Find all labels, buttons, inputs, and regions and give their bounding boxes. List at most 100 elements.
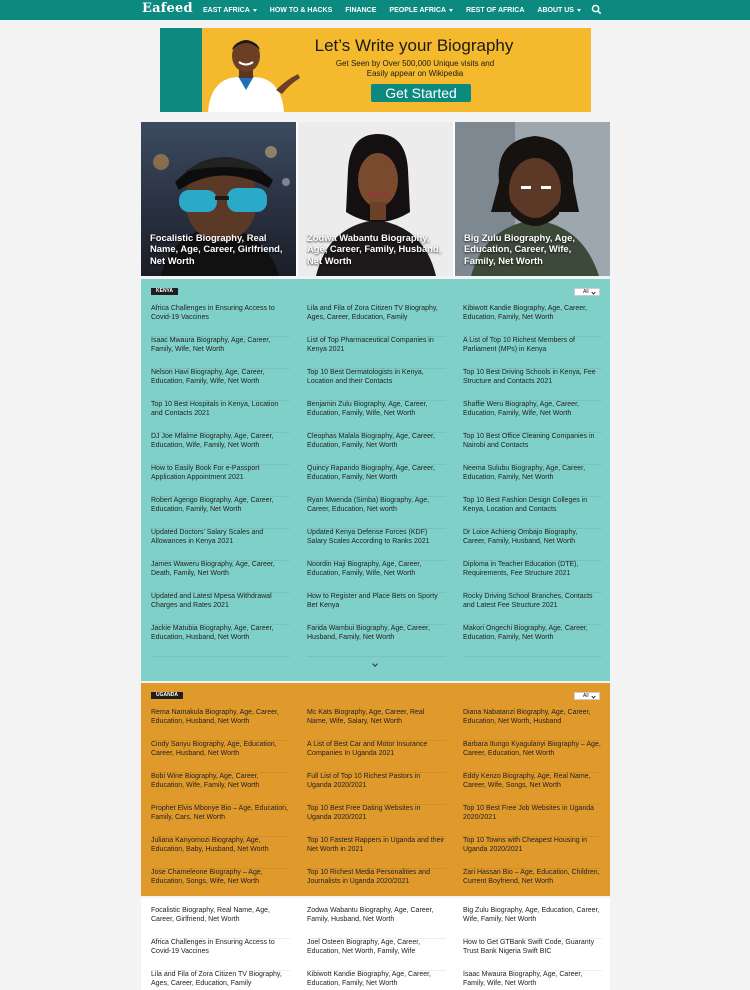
nav-label: HOW TO & HACKS bbox=[269, 6, 333, 14]
article-link[interactable]: Cleophas Malala Biography, Age, Career, … bbox=[307, 433, 446, 465]
featured-title: Focalistic Biography, Real Name, Age, Ca… bbox=[150, 231, 283, 266]
article-link[interactable]: Jose Chameleone Biography – Age, Educati… bbox=[151, 869, 290, 901]
article-link[interactable]: Neema Sulubu Biography, Age, Career, Edu… bbox=[463, 465, 602, 497]
chevron-down-icon bbox=[576, 8, 581, 12]
smiling-man-image bbox=[208, 40, 300, 112]
article-link[interactable]: Prophet Elvis Mbonye Bio – Age, Educatio… bbox=[151, 805, 290, 837]
article-link[interactable]: Shaffie Weru Biography, Age, Career, Edu… bbox=[463, 401, 602, 433]
article-link[interactable]: Joel Osteen Biography, Age, Career, Educ… bbox=[307, 939, 446, 971]
banner-subtitle-line: Get Seen by Over 500,000 Unique visits a… bbox=[335, 59, 495, 68]
article-link[interactable]: Focalistic Biography, Real Name, Age, Ca… bbox=[151, 907, 290, 939]
article-link[interactable]: Top 10 Best Hospitals in Kenya, Location… bbox=[151, 401, 290, 433]
article-link[interactable]: Ryan Mwenda (Simba) Biography, Age, Care… bbox=[307, 497, 446, 529]
search-icon[interactable] bbox=[591, 4, 602, 15]
article-link[interactable]: Top 10 Towns with Cheapest Housing in Ug… bbox=[463, 837, 602, 869]
article-link[interactable]: Zodwa Wabantu Biography, Age, Career, Fa… bbox=[307, 907, 446, 939]
article-link[interactable]: Mc Kats Biography, Age, Career, Real Nam… bbox=[307, 709, 446, 741]
article-link[interactable]: Benjamin Zulu Biography, Age, Career, Ed… bbox=[307, 401, 446, 433]
article-link[interactable]: Lila and Fila of Zora Citizen TV Biograp… bbox=[151, 971, 290, 990]
article-link[interactable]: Robert Agengo Biography, Age, Career, Ed… bbox=[151, 497, 290, 529]
article-link[interactable]: Rema Namakula Biography, Age, Career, Ed… bbox=[151, 709, 290, 741]
article-link[interactable]: Big Zulu Biography, Age, Education, Care… bbox=[463, 907, 602, 939]
nav-rest-of-africa[interactable]: REST OF AFRICA bbox=[466, 7, 524, 14]
article-grid: Rema Namakula Biography, Age, Career, Ed… bbox=[151, 709, 602, 901]
biography-ad-banner[interactable]: Let’s Write your Biography Get Seen by O… bbox=[160, 28, 591, 112]
article-link[interactable]: Quincy Rapando Biography, Age, Career, E… bbox=[307, 465, 446, 497]
filter-dropdown[interactable]: All bbox=[574, 692, 600, 700]
get-started-button[interactable]: Get Started bbox=[371, 84, 471, 102]
article-link[interactable]: Updated Doctors’ Salary Scales and Allow… bbox=[151, 529, 290, 561]
nav-people-africa[interactable]: PEOPLE AFRICA bbox=[389, 7, 453, 14]
article-link[interactable]: How to Easily Book For e-Passport Applic… bbox=[151, 465, 290, 497]
nav-label: PEOPLE AFRICA bbox=[389, 6, 446, 14]
article-link[interactable]: Noordin Haji Biography, Age, Career, Edu… bbox=[307, 561, 446, 593]
featured-card[interactable]: Zodwa Wabantu Biography, Age, Career, Fa… bbox=[298, 122, 453, 276]
article-link[interactable]: Cindy Sanyu Biography, Age, Education, C… bbox=[151, 741, 290, 773]
article-grid: Africa Challenges in Ensuring Access to … bbox=[151, 305, 602, 657]
article-link[interactable]: Africa Challenges in Ensuring Access to … bbox=[151, 939, 290, 971]
article-link[interactable]: Kibiwott Kandie Biography, Age, Career, … bbox=[307, 971, 446, 990]
nav-label: FINANCE bbox=[345, 6, 377, 14]
banner-subtitle: Get Seen by Over 500,000 Unique visits a… bbox=[320, 59, 510, 79]
article-link[interactable]: Full List of Top 10 Richest Pastors in U… bbox=[307, 773, 446, 805]
article-link[interactable]: Dr Loice Achieng Ombajo Biography, Caree… bbox=[463, 529, 602, 561]
article-link[interactable]: Top 10 Best Dermatologists in Kenya, Loc… bbox=[307, 369, 446, 401]
article-link[interactable]: Kibiwott Kandie Biography, Age, Career, … bbox=[463, 305, 602, 337]
article-link[interactable]: Rocky Driving School Branches, Contacts … bbox=[463, 593, 602, 625]
load-more-chevron-icon[interactable] bbox=[372, 661, 378, 667]
article-link[interactable]: Top 10 Best Free Dating Websites in Ugan… bbox=[307, 805, 446, 837]
category-badge[interactable]: UGANDA bbox=[151, 692, 183, 699]
article-link[interactable]: Updated and Latest Mpesa Withdrawal Char… bbox=[151, 593, 290, 625]
article-link[interactable]: Bobi Wine Biography, Age, Career, Educat… bbox=[151, 773, 290, 805]
article-link[interactable]: Top 10 Best Driving Schools in Kenya, Fe… bbox=[463, 369, 602, 401]
article-link[interactable]: Top 10 Richest Media Personalities and J… bbox=[307, 869, 446, 901]
featured-title: Zodwa Wabantu Biography, Age, Career, Fa… bbox=[307, 231, 442, 266]
article-link[interactable]: Top 10 Best Office Cleaning Companies in… bbox=[463, 433, 602, 465]
article-link[interactable]: Diana Nabatanzi Biography, Age, Career, … bbox=[463, 709, 602, 741]
article-link[interactable]: Africa Challenges in Ensuring Access to … bbox=[151, 305, 290, 337]
article-link[interactable]: Top 10 Best Fashion Design Colleges in K… bbox=[463, 497, 602, 529]
article-link[interactable]: Farida Wambui Biography, Age, Career, Hu… bbox=[307, 625, 446, 657]
featured-card[interactable]: Focalistic Biography, Real Name, Age, Ca… bbox=[141, 122, 296, 276]
nav-finance[interactable]: FINANCE bbox=[345, 7, 376, 14]
article-link[interactable]: List of Top Pharmaceutical Companies in … bbox=[307, 337, 446, 369]
article-link[interactable]: DJ Joe Mfalme Biography, Age, Career, Ed… bbox=[151, 433, 290, 465]
filter-label: All bbox=[583, 289, 589, 295]
article-link[interactable]: Updated Kenya Defense Forces (KDF) Salar… bbox=[307, 529, 446, 561]
category-badge[interactable]: KENYA bbox=[151, 288, 179, 295]
article-link[interactable]: How to Get GTBank Swift Code, Guaranty T… bbox=[463, 939, 602, 971]
article-link[interactable]: Juliana Kanyomozi Biography, Age, Educat… bbox=[151, 837, 290, 869]
filter-dropdown[interactable]: All bbox=[574, 288, 600, 296]
featured-title: Big Zulu Biography, Age, Education, Care… bbox=[464, 231, 575, 266]
article-link[interactable]: A List of Best Car and Motor Insurance C… bbox=[307, 741, 446, 773]
article-link[interactable]: Barbara Itungo Kyagulanyi Biography – Ag… bbox=[463, 741, 602, 773]
site-logo[interactable]: Eafeed bbox=[142, 1, 193, 16]
article-link[interactable]: Zari Hassan Bio – Age, Education, Childr… bbox=[463, 869, 602, 901]
article-link[interactable]: James Waweru Biography, Age, Career, Dea… bbox=[151, 561, 290, 593]
main-menu: EAST AFRICA HOW TO & HACKS FINANCE PEOPL… bbox=[203, 0, 594, 20]
banner-subtitle-line: Easily appear on Wikipedia bbox=[366, 69, 464, 78]
top-navigation-bar: Eafeed EAST AFRICA HOW TO & HACKS FINANC… bbox=[0, 0, 750, 20]
nav-how-to-hacks[interactable]: HOW TO & HACKS bbox=[270, 7, 332, 14]
chevron-down-icon bbox=[591, 694, 596, 699]
article-link[interactable]: Jackie Matubia Biography, Age, Career, E… bbox=[151, 625, 290, 657]
article-link[interactable]: Isaac Mwaura Biography, Age, Career, Fam… bbox=[463, 971, 602, 990]
article-link[interactable]: Lila and Fila of Zora Citizen TV Biograp… bbox=[307, 305, 446, 337]
article-link[interactable]: Eddy Kenzo Biography, Age, Real Name, Ca… bbox=[463, 773, 602, 805]
chevron-down-icon bbox=[252, 8, 257, 12]
featured-card[interactable]: Big Zulu Biography, Age, Education, Care… bbox=[455, 122, 610, 276]
article-link[interactable]: Top 10 Best Free Job Websites in Uganda … bbox=[463, 805, 602, 837]
nav-label: EAST AFRICA bbox=[203, 6, 250, 14]
article-link[interactable]: A List of Top 10 Richest Members of Parl… bbox=[463, 337, 602, 369]
nav-about-us[interactable]: ABOUT US bbox=[537, 7, 581, 14]
article-link[interactable]: Nelson Havi Biography, Age, Career, Educ… bbox=[151, 369, 290, 401]
article-link[interactable]: Makori Ongechi Biography, Age, Career, E… bbox=[463, 625, 602, 657]
article-grid: Focalistic Biography, Real Name, Age, Ca… bbox=[151, 907, 602, 990]
article-link[interactable]: Isaac Mwaura Biography, Age, Career, Fam… bbox=[151, 337, 290, 369]
article-link[interactable]: Diploma in Teacher Education (DTE), Requ… bbox=[463, 561, 602, 593]
filter-label: All bbox=[583, 693, 589, 699]
nav-east-africa[interactable]: EAST AFRICA bbox=[203, 7, 257, 14]
article-link[interactable]: Top 10 Fastest Rappers in Uganda and the… bbox=[307, 837, 446, 869]
article-link[interactable]: How to Register and Place Bets on Sporty… bbox=[307, 593, 446, 625]
latest-posts-block: Focalistic Biography, Real Name, Age, Ca… bbox=[141, 898, 610, 990]
